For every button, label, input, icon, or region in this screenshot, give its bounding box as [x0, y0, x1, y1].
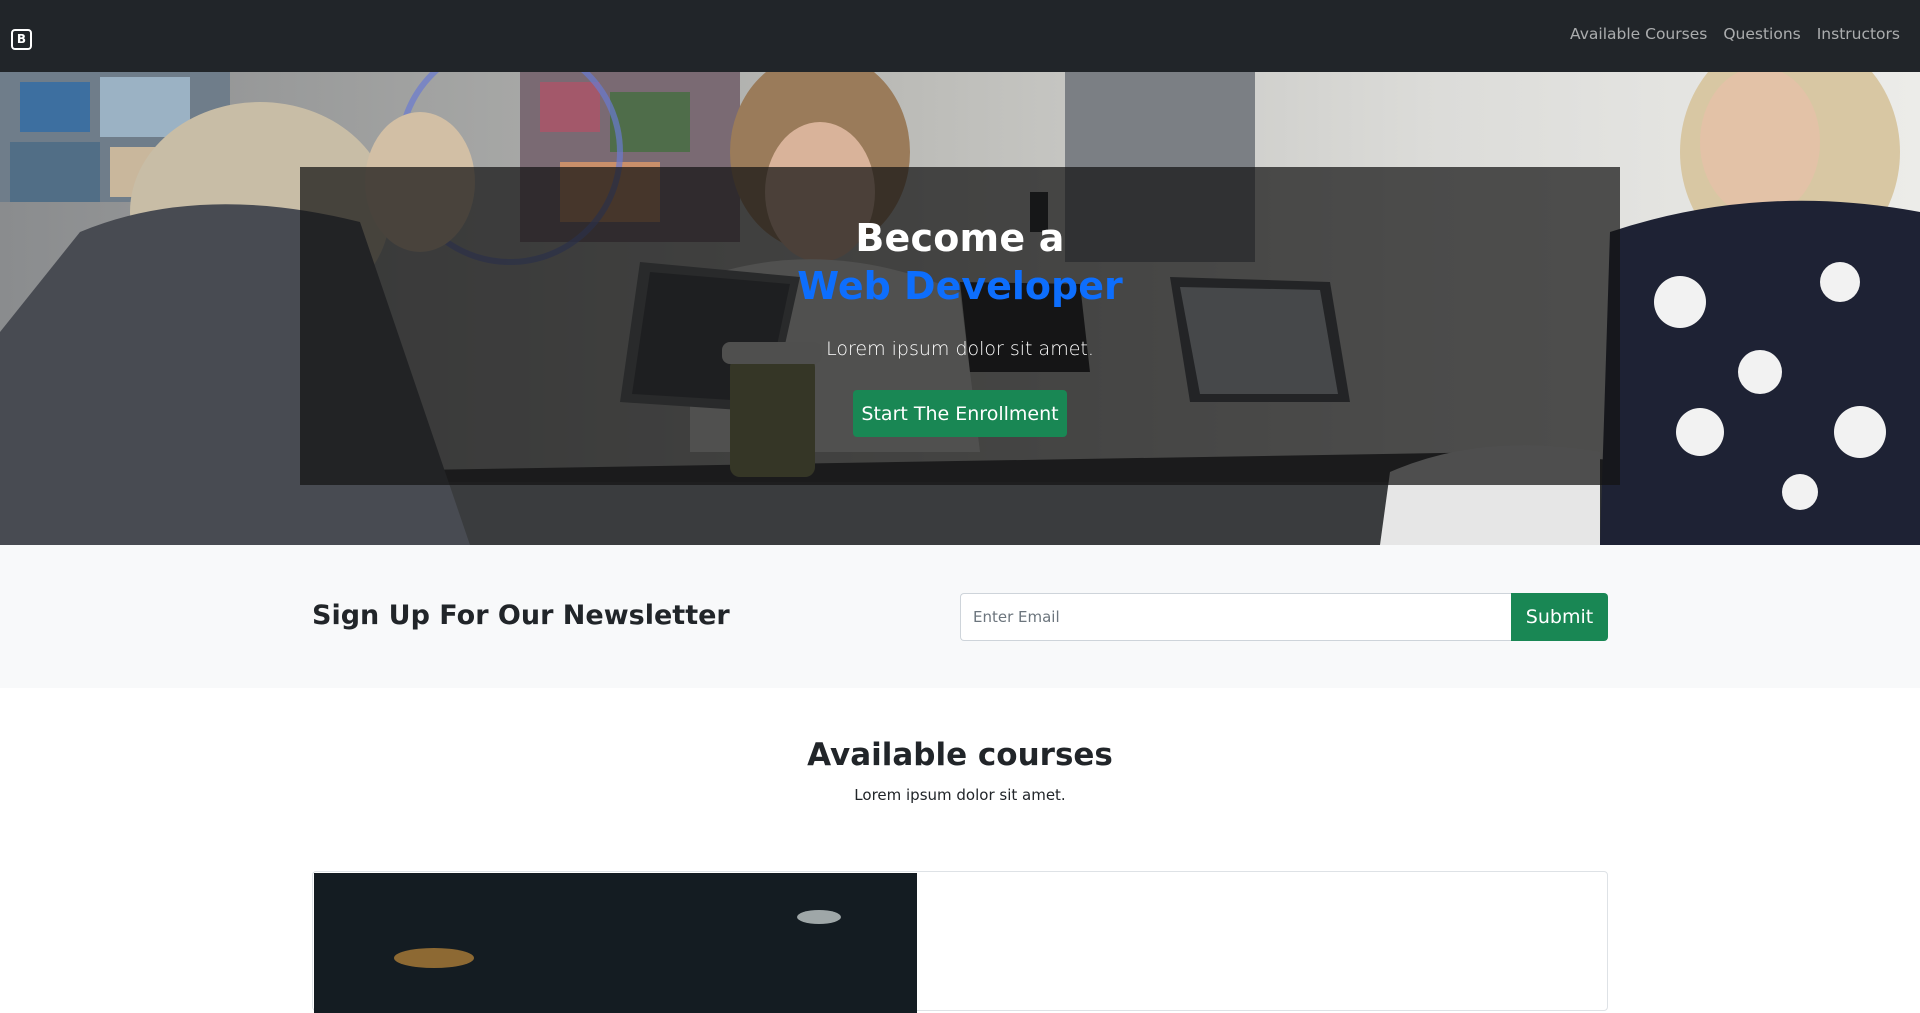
bootstrap-logo-icon[interactable]: B	[11, 29, 32, 50]
nav-links: Available Courses Questions Instructors	[1570, 25, 1900, 43]
nav-link-available-courses[interactable]: Available Courses	[1570, 25, 1707, 43]
newsletter-section: Sign Up For Our Newsletter Submit	[0, 545, 1920, 688]
start-enrollment-button[interactable]: Start The Enrollment	[853, 390, 1067, 437]
nav-link-questions[interactable]: Questions	[1723, 25, 1800, 43]
navbar: B Available Courses Questions Instructor…	[0, 0, 1920, 72]
submit-button[interactable]: Submit	[1511, 593, 1608, 641]
hero-title: Become a	[855, 216, 1065, 260]
hero-section: Become a Web Developer Lorem ipsum dolor…	[0, 72, 1920, 545]
hero-title-highlight: Web Developer	[797, 264, 1123, 308]
courses-title: Available courses	[807, 737, 1113, 773]
hero-lead-text: Lorem ipsum dolor sit amet.	[826, 338, 1094, 360]
email-input[interactable]	[960, 593, 1512, 641]
course-card-image	[314, 873, 917, 1013]
course-image-art	[314, 873, 917, 1013]
hero-overlay-panel	[300, 167, 1620, 485]
course-card[interactable]	[312, 871, 1608, 1013]
courses-subtitle: Lorem ipsum dolor sit amet.	[854, 786, 1066, 804]
newsletter-title: Sign Up For Our Newsletter	[312, 600, 730, 631]
nav-link-instructors[interactable]: Instructors	[1817, 25, 1900, 43]
